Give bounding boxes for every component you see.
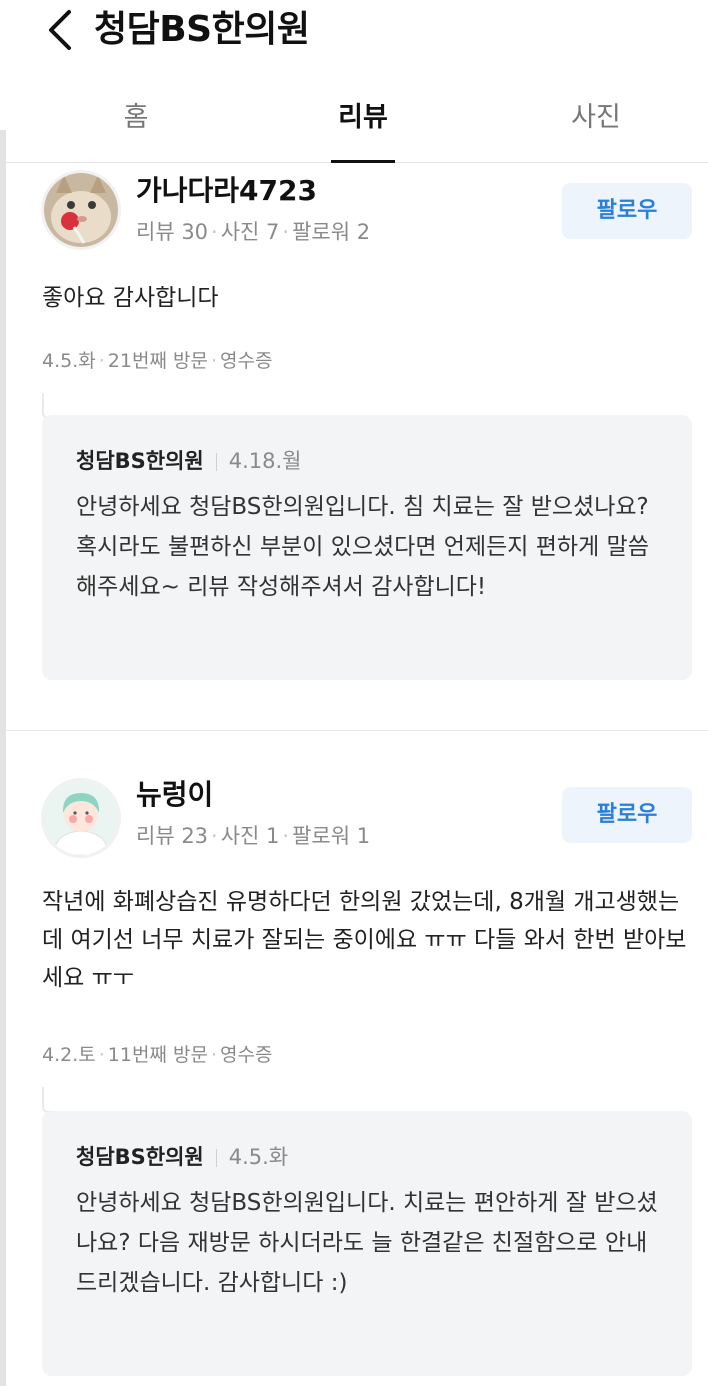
tab-label: 리뷰 [338,102,388,133]
user-name[interactable]: 뉴렁이 [136,777,213,813]
tab-reviews[interactable]: 리뷰 [331,90,395,163]
reply-text: 안녕하세요 청담BS한의원입니다. 치료는 편안하게 잘 받으셨나요? 다음 재… [76,1190,658,1296]
reply-header: 청담BS한의원 4.18.월 [76,445,302,477]
page-title: 청담BS한의원 [94,9,310,50]
avatar[interactable] [44,173,118,247]
user-name[interactable]: 가나다라4723 [136,173,317,209]
reply-header: 청담BS한의원 4.5.화 [76,1141,288,1173]
chevron-left-icon [49,10,71,50]
tab-label: 사진 [571,102,621,133]
tab-bar: 홈 리뷰 사진 [6,90,708,163]
review-text: 작년에 화폐상습진 유명하다던 한의원 갔었는데, 8개월 개고생했는데 여기선… [42,889,687,991]
user-stats: 리뷰 30 · 사진 7 · 팔로워 2 [136,220,371,244]
follower-count: 팔로워 1 [292,824,371,848]
tab-home[interactable]: 홈 [76,90,196,162]
owner-reply: 청담BS한의원 4.18.월 안녕하세요 청담BS한의원입니다. 침 치료는 잘 … [42,415,692,680]
receipt-badge: 영수증 [219,350,273,372]
reply-text: 안녕하세요 청담BS한의원입니다. 침 치료는 잘 받으셨나요? 혹시라도 불편… [76,494,649,600]
reply-date: 4.18.월 [228,449,302,473]
cat-photo-avatar-icon [44,173,118,247]
reply-business-name: 청담BS한의원 [76,449,204,473]
user-stats: 리뷰 23 · 사진 1 · 팔로워 1 [136,824,371,848]
receipt-badge: 영수증 [219,1044,273,1066]
review-meta: 4.5.화 · 21번째 방문 · 영수증 [42,350,273,372]
review-count: 리뷰 23 [136,824,209,848]
reply-connector [42,1087,64,1113]
follower-count: 팔로워 2 [292,220,371,244]
back-button[interactable] [36,6,84,54]
review-item: 뉴렁이 리뷰 23 · 사진 1 · 팔로워 1 팔로우 작년에 화폐상습진 유명하다던… [6,731,708,1386]
follow-button[interactable]: 팔로우 [562,183,692,239]
visit-count: 21번째 방문 [107,350,208,372]
review-meta: 4.2.토 · 11번째 방문 · 영수증 [42,1044,273,1066]
owner-reply: 청담BS한의원 4.5.화 안녕하세요 청담BS한의원입니다. 치료는 편안하게 … [42,1111,692,1376]
review-count: 리뷰 30 [136,220,209,244]
visit-count: 11번째 방문 [107,1044,208,1066]
follow-button[interactable]: 팔로우 [562,787,692,843]
illustrated-person-avatar-icon [44,781,118,855]
tab-label: 홈 [123,102,149,133]
avatar[interactable] [44,781,118,855]
review-text: 좋아요 감사합니다 [42,285,219,311]
photo-count: 사진 7 [220,220,280,244]
tab-photos[interactable]: 사진 [536,90,656,162]
visit-date: 4.2.토 [42,1044,96,1066]
visit-date: 4.5.화 [42,350,96,372]
photo-count: 사진 1 [220,824,280,848]
app-header: 청담BS한의원 [6,0,708,90]
reply-date: 4.5.화 [228,1145,289,1169]
reply-business-name: 청담BS한의원 [76,1145,204,1169]
review-item: 가나다라4723 리뷰 30 · 사진 7 · 팔로워 2 팔로우 좋아요 감사합니다 … [6,163,708,729]
